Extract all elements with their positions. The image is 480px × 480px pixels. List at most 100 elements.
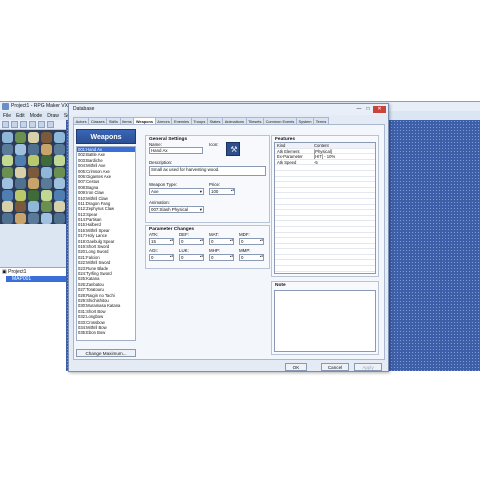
weapons-list[interactable]: 001:Hand Ax 002:Battle Axe 003:Bardiche 004… xyxy=(76,146,136,341)
tile-swatch[interactable] xyxy=(54,155,65,166)
tile-swatch[interactable] xyxy=(41,201,52,212)
tile-swatch[interactable] xyxy=(2,201,13,212)
tree-item-map[interactable]: MAP001 xyxy=(6,276,66,282)
feature-kind xyxy=(275,188,313,193)
tile-swatch[interactable] xyxy=(2,155,13,166)
weapon-type-label: Weapon Type: xyxy=(149,182,178,187)
tree-root[interactable]: ▣ Project1 xyxy=(2,269,26,275)
param-stepper[interactable]: 0 xyxy=(209,238,234,245)
tile-swatch[interactable] xyxy=(15,201,26,212)
param-stepper[interactable]: 0 xyxy=(179,254,204,261)
tile-swatch[interactable] xyxy=(2,189,13,201)
apply-button[interactable]: Apply xyxy=(354,363,382,371)
tile-swatch[interactable] xyxy=(2,178,13,189)
name-field[interactable]: Hand Ax xyxy=(149,147,203,154)
tile-swatch[interactable] xyxy=(54,166,65,178)
description-field[interactable]: Small ax used for harvesting wood. xyxy=(149,166,266,176)
menu-draw[interactable]: Draw xyxy=(47,112,59,120)
tile-swatch[interactable] xyxy=(41,155,52,166)
feature-kind xyxy=(275,171,313,176)
minimize-icon[interactable]: — xyxy=(355,106,363,113)
feature-kind xyxy=(275,260,313,265)
tile-swatch[interactable] xyxy=(15,166,26,178)
features-table[interactable]: Kind Content Atk Element [Physical] Ex-Par… xyxy=(274,142,376,274)
feature-kind xyxy=(275,205,313,210)
note-textarea[interactable] xyxy=(274,290,376,352)
tile-swatch[interactable] xyxy=(41,132,52,143)
tile-swatch[interactable] xyxy=(54,178,65,189)
project-tree[interactable]: ▣ Project1 MAP001 xyxy=(0,267,66,371)
animation-dropdown[interactable]: 007:Slash Physical xyxy=(149,206,204,213)
feature-content xyxy=(313,233,375,238)
tile-swatch[interactable] xyxy=(41,178,52,189)
tile-swatch[interactable] xyxy=(15,155,26,166)
feature-content xyxy=(313,165,375,170)
tile-swatch[interactable] xyxy=(28,155,39,166)
tile-swatch[interactable] xyxy=(28,189,39,201)
tile-swatch[interactable] xyxy=(41,212,52,224)
cancel-button[interactable]: Cancel xyxy=(321,363,349,371)
tile-swatch[interactable] xyxy=(54,212,65,224)
param-stepper[interactable]: 0 xyxy=(239,254,264,261)
save-icon[interactable] xyxy=(20,121,27,128)
feature-kind xyxy=(275,221,313,226)
tile-swatch[interactable] xyxy=(54,189,65,201)
tile-swatch[interactable] xyxy=(54,143,65,155)
feature-kind xyxy=(275,255,313,260)
change-maximum-button[interactable]: Change Maximum... xyxy=(76,349,136,357)
parameter-changes-panel: Parameter Changes xyxy=(145,225,270,269)
tile-swatch[interactable] xyxy=(15,212,26,224)
tile-swatch[interactable] xyxy=(41,166,52,178)
maximize-icon[interactable]: □ xyxy=(364,106,372,113)
tile-swatch[interactable] xyxy=(54,132,65,143)
feature-kind: Ex-Parameter xyxy=(277,154,303,160)
tile-swatch[interactable] xyxy=(28,143,39,155)
tile-swatch[interactable] xyxy=(2,143,13,155)
tile-swatch[interactable] xyxy=(2,212,13,224)
open-icon[interactable] xyxy=(11,121,18,128)
feature-content xyxy=(313,210,375,215)
weapon-type-dropdown[interactable]: Axe xyxy=(149,188,204,195)
close-icon[interactable]: ✕ xyxy=(373,106,386,113)
tile-swatch[interactable] xyxy=(2,132,13,143)
feature-content xyxy=(313,188,375,193)
tile-swatch[interactable] xyxy=(28,212,39,224)
tile-swatch[interactable] xyxy=(15,178,26,189)
param-stepper[interactable]: 0 xyxy=(209,254,234,261)
param-stepper[interactable]: 0 xyxy=(179,238,204,245)
feature-content xyxy=(313,255,375,260)
feature-kind xyxy=(275,266,313,271)
tile-swatch[interactable] xyxy=(28,178,39,189)
tile-swatch[interactable] xyxy=(28,166,39,178)
feature-content xyxy=(313,260,375,265)
price-stepper[interactable]: 100 xyxy=(209,188,235,195)
param-label: MHP: xyxy=(209,248,220,253)
tile-swatch[interactable] xyxy=(2,166,13,178)
feature-kind xyxy=(275,233,313,238)
tile-swatch[interactable] xyxy=(15,132,26,143)
param-stepper[interactable]: 0 xyxy=(149,254,174,261)
menu-edit[interactable]: Edit xyxy=(16,112,25,120)
tile-swatch[interactable] xyxy=(15,189,26,201)
feature-kind xyxy=(275,238,313,243)
tile-swatch[interactable] xyxy=(41,189,52,201)
menu-mode[interactable]: Mode xyxy=(30,112,43,120)
tile-swatch[interactable] xyxy=(41,143,52,155)
param-stepper[interactable]: 0 xyxy=(239,238,264,245)
icon-selector[interactable]: ⚒ xyxy=(226,142,240,156)
new-icon[interactable] xyxy=(2,121,9,128)
tile-swatch[interactable] xyxy=(54,201,65,212)
table-row[interactable] xyxy=(275,266,375,272)
paste-icon[interactable] xyxy=(47,121,54,128)
ok-button[interactable]: OK xyxy=(285,363,307,371)
feature-content xyxy=(313,199,375,204)
tile-swatch[interactable] xyxy=(15,143,26,155)
cut-icon[interactable] xyxy=(29,121,36,128)
tile-swatch[interactable] xyxy=(28,132,39,143)
menu-file[interactable]: File xyxy=(3,112,11,120)
list-item[interactable]: 035:Ebon Bow xyxy=(77,330,135,335)
copy-icon[interactable] xyxy=(38,121,45,128)
tile-palette[interactable] xyxy=(0,130,66,224)
param-stepper[interactable]: 15 xyxy=(149,238,174,245)
tile-swatch[interactable] xyxy=(28,201,39,212)
